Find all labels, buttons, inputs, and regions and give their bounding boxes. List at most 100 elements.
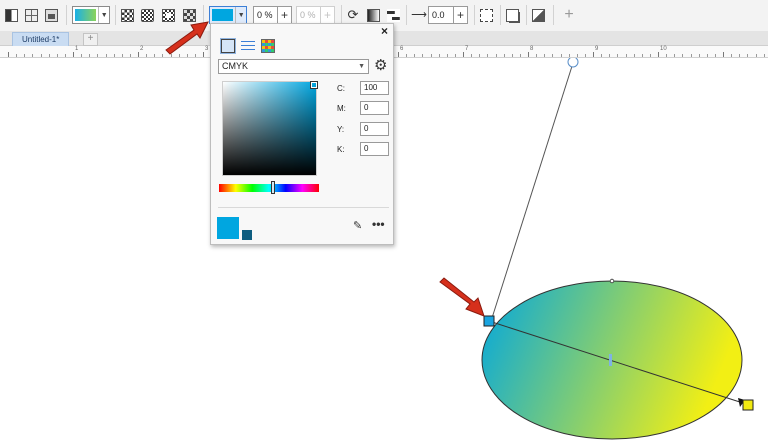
ruler-tick bbox=[755, 54, 757, 57]
angle-input[interactable]: 0.0 bbox=[428, 6, 454, 24]
color-sliders-icon[interactable] bbox=[241, 39, 255, 53]
gradient-swatch bbox=[75, 9, 97, 21]
magenta-input[interactable]: 0 bbox=[360, 101, 389, 115]
ruler-label: 6 bbox=[400, 46, 404, 52]
chevron-down-icon: ▼ bbox=[358, 63, 365, 70]
toolbar-divider bbox=[500, 5, 501, 25]
node-color-dropdown[interactable]: ▼ bbox=[209, 6, 247, 24]
midpoint-input[interactable]: 0 % bbox=[296, 6, 321, 24]
ruler-tick bbox=[89, 54, 91, 57]
color-field[interactable] bbox=[222, 81, 317, 176]
ruler-tick bbox=[105, 54, 107, 57]
edit-fill-button[interactable] bbox=[532, 6, 545, 24]
ruler-tick bbox=[682, 54, 684, 57]
ruler-tick bbox=[568, 54, 570, 57]
reverse-gradient-button[interactable]: ⟳ bbox=[346, 6, 360, 24]
angle-label: ⟶ bbox=[411, 6, 427, 24]
ruler-tick bbox=[723, 52, 724, 57]
ruler-tick bbox=[698, 54, 700, 57]
midpoint-stepper[interactable]: + bbox=[321, 6, 335, 24]
ruler-tick bbox=[714, 54, 716, 57]
ruler-tick bbox=[64, 54, 66, 57]
refresh-icon: ⟳ bbox=[347, 7, 359, 22]
color-model-value: CMYK bbox=[222, 61, 249, 71]
node-transparency-input[interactable]: 0 % bbox=[253, 6, 278, 24]
fill-mode-button[interactable] bbox=[5, 6, 18, 24]
ruler-tick bbox=[487, 54, 489, 57]
yellow-input[interactable]: 0 bbox=[360, 122, 389, 136]
gear-icon[interactable]: ⚙ bbox=[374, 57, 387, 75]
blend-icon bbox=[366, 8, 380, 22]
ruler-tick bbox=[528, 52, 529, 57]
ruler-tick bbox=[536, 54, 538, 57]
cyan-input[interactable]: 100 bbox=[360, 81, 389, 95]
ruler-tick bbox=[731, 54, 733, 57]
ruler-tick bbox=[617, 54, 619, 57]
ruler-tick bbox=[739, 54, 741, 57]
callout-arrow-bottom bbox=[439, 277, 485, 317]
ruler-tick bbox=[666, 54, 668, 57]
linear-fill-button[interactable] bbox=[121, 6, 134, 24]
ruler-tick bbox=[544, 54, 546, 57]
midpoint-slider[interactable] bbox=[609, 354, 612, 366]
ruler-tick bbox=[406, 54, 408, 57]
ruler-tick bbox=[48, 54, 50, 57]
ruler-tick bbox=[438, 54, 440, 57]
free-scale-button[interactable] bbox=[480, 6, 493, 24]
elliptical-gradient-icon bbox=[141, 8, 154, 22]
ruler-tick bbox=[398, 52, 399, 57]
magenta-label: M: bbox=[337, 104, 346, 113]
elliptical-fill-button[interactable] bbox=[141, 6, 154, 24]
linear-gradient-icon bbox=[121, 8, 134, 22]
half-fill-icon bbox=[5, 8, 18, 22]
ruler-tick bbox=[747, 54, 749, 57]
ruler-tick bbox=[113, 54, 115, 57]
color-model-select[interactable]: CMYK ▼ bbox=[218, 59, 369, 74]
close-icon[interactable]: × bbox=[381, 24, 388, 38]
previous-color-swatch[interactable] bbox=[242, 230, 252, 240]
ruler-tick bbox=[641, 54, 643, 57]
quick-customize-button[interactable]: + bbox=[562, 6, 576, 24]
color-field-marker[interactable] bbox=[310, 81, 318, 89]
docker-divider bbox=[218, 207, 389, 208]
node-transparency-stepper[interactable]: + bbox=[278, 6, 292, 24]
fill-picker-dropdown[interactable]: ▼ bbox=[72, 6, 110, 24]
eyedropper-icon[interactable]: ✎ bbox=[353, 219, 362, 232]
ruler-tick bbox=[763, 54, 765, 57]
copy-icon bbox=[506, 8, 519, 22]
cyan-label: C: bbox=[337, 84, 345, 93]
toolbar-divider bbox=[341, 5, 342, 25]
new-tab-button[interactable]: + bbox=[83, 33, 98, 46]
ruler-tick bbox=[471, 54, 473, 57]
hue-slider-thumb[interactable] bbox=[271, 181, 275, 194]
copy-fill-button[interactable] bbox=[506, 6, 519, 24]
toolbar-divider bbox=[526, 5, 527, 25]
black-input[interactable]: 0 bbox=[360, 142, 389, 156]
ruler-label: 10 bbox=[660, 46, 667, 52]
chevron-down-icon: ▼ bbox=[98, 7, 109, 23]
tab-untitled-1[interactable]: Untitled-1* bbox=[12, 32, 70, 46]
grid-button[interactable] bbox=[25, 6, 38, 24]
ellipse-node[interactable] bbox=[609, 278, 615, 284]
more-options-button[interactable]: ••• bbox=[372, 217, 385, 231]
blend-direction-button[interactable] bbox=[366, 6, 380, 24]
color-viewer-icon[interactable] bbox=[220, 38, 236, 54]
node-color-swatch bbox=[212, 9, 234, 21]
ruler-tick bbox=[129, 54, 131, 57]
ruler-tick bbox=[560, 54, 562, 57]
chevron-down-icon: ▼ bbox=[235, 7, 246, 23]
angle-handle[interactable] bbox=[567, 58, 579, 68]
toolbar-divider bbox=[553, 5, 554, 25]
ruler-tick bbox=[454, 54, 456, 57]
color-palettes-icon[interactable] bbox=[261, 39, 275, 53]
hue-slider[interactable] bbox=[219, 184, 319, 192]
ruler-tick bbox=[32, 54, 34, 57]
align-icon bbox=[386, 8, 400, 22]
ruler-label: 7 bbox=[465, 46, 469, 52]
gradient-end-node[interactable] bbox=[742, 399, 754, 411]
angle-handle-line bbox=[491, 62, 574, 319]
angle-stepper[interactable]: + bbox=[454, 6, 468, 24]
ruler-tick bbox=[601, 54, 603, 57]
save-fill-button[interactable] bbox=[45, 6, 58, 24]
align-nodes-button[interactable] bbox=[386, 6, 400, 24]
